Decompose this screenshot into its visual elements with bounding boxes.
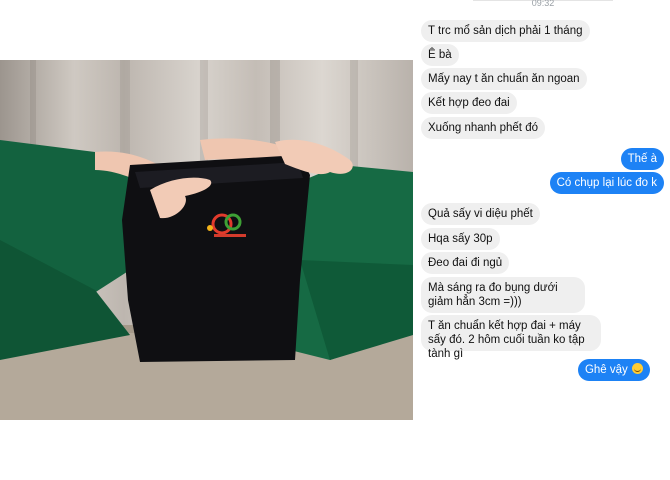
message-bubble[interactable]: Xuống nhanh phết đó xyxy=(421,117,545,139)
message-bubble[interactable]: T trc mổ sản dịch phải 1 tháng xyxy=(421,20,590,42)
message-bubble[interactable]: Ê bà xyxy=(421,44,459,66)
message-bubble-sent[interactable]: Thế à xyxy=(620,148,664,170)
photo-illustration xyxy=(0,60,413,420)
timestamp: 09:32 xyxy=(531,0,555,6)
message-bubble[interactable]: Mấy nay t ăn chuẩn ăn ngoan xyxy=(421,68,587,90)
message-text: Ghê vậy xyxy=(584,364,628,376)
message-bubble[interactable]: Đeo đai đi ngủ xyxy=(421,252,510,274)
chat-panel: 09:32 T trc mổ sản dịch phải 1 tháng Ê b… xyxy=(413,0,670,480)
product-photo xyxy=(0,60,413,420)
laughing-emoji-icon xyxy=(632,363,643,374)
message-bubble[interactable]: Quả sấy vi diệu phết xyxy=(421,203,540,225)
message-bubble[interactable]: T ăn chuẩn kết hợp đai + máy sấy đó. 2 h… xyxy=(421,315,601,360)
message-bubble-sent[interactable]: Có chụp lại lúc đo k xyxy=(549,172,664,194)
message-bubble[interactable]: Hqa sấy 30p xyxy=(421,228,500,250)
message-bubble[interactable]: Kết hợp đeo đai xyxy=(421,92,517,114)
message-bubble[interactable]: Mà sáng ra đo bụng dưới giảm hẳn 3cm =))… xyxy=(421,277,585,313)
message-bubble-sent[interactable]: Ghê vậy xyxy=(577,359,650,381)
